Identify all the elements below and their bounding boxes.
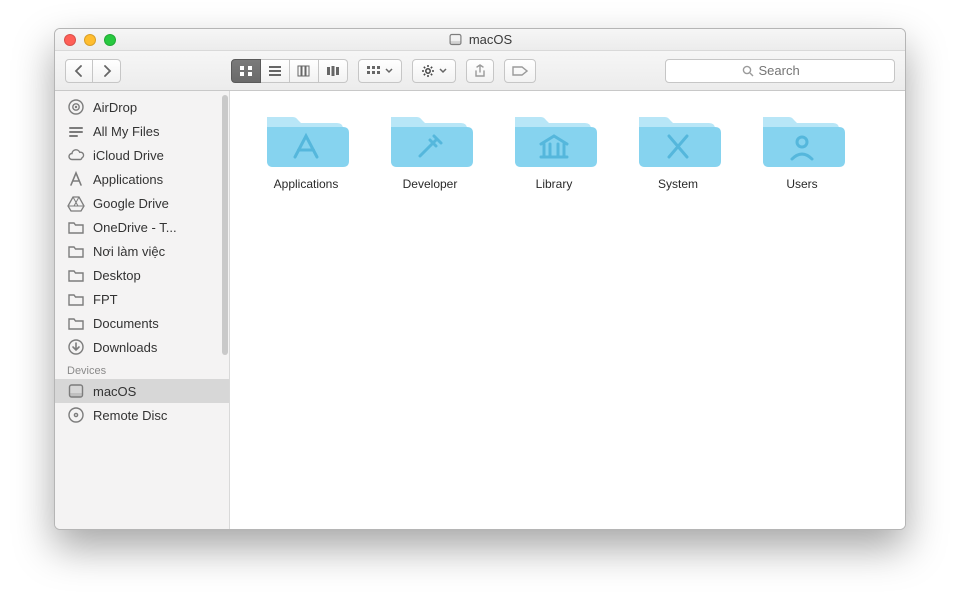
disk-icon [67,382,85,400]
folder-applications[interactable]: Applications [244,109,368,191]
airdrop-icon [67,98,85,116]
sidebar-item-label: All My Files [93,124,159,139]
sidebar-item-label: Applications [93,172,163,187]
folder-icon [635,109,721,169]
window-title: macOS [55,32,905,47]
folder-label: Developer [403,177,458,191]
close-button[interactable] [64,34,76,46]
sidebar-item-applications[interactable]: Applications [55,167,229,191]
nav-group [65,59,121,83]
columns-icon [297,65,311,77]
sidebar-item-all-my-files[interactable]: All My Files [55,119,229,143]
gdrive-icon [67,194,85,212]
folder-icon [67,218,85,236]
sidebar-item-label: Desktop [93,268,141,283]
sidebar-item-onedrive-t-[interactable]: OneDrive - T... [55,215,229,239]
sidebar-item-downloads[interactable]: Downloads [55,335,229,359]
downloads-icon [67,338,85,356]
sidebar-item-label: Remote Disc [93,408,167,423]
sidebar-item-label: AirDrop [93,100,137,115]
titlebar: macOS [55,29,905,51]
coverflow-icon [326,65,340,77]
folder-icon [759,109,845,169]
content-area[interactable]: Applications Developer Library System Users [230,91,905,529]
folder-icon [263,109,349,169]
sidebar-scrollbar[interactable] [222,95,228,355]
sidebar-item-label: FPT [93,292,118,307]
folder-icon [67,266,85,284]
sidebar-item-remote-disc[interactable]: Remote Disc [55,403,229,427]
sidebar-item-label: macOS [93,384,136,399]
search-field[interactable] [665,59,895,83]
grid-small-icon [367,66,381,76]
share-icon [474,64,486,78]
chevron-down-icon [385,68,393,74]
search-input[interactable] [759,63,819,78]
gear-icon [421,64,435,78]
folder-label: System [658,177,698,191]
sidebar-item-label: OneDrive - T... [93,220,177,235]
window-body: AirDrop All My Files iCloud Drive Applicati… [55,91,905,529]
sidebar-item-label: iCloud Drive [93,148,164,163]
folder-icon [67,242,85,260]
sidebar-item-label: Documents [93,316,159,331]
chevron-left-icon [74,65,84,77]
zoom-button[interactable] [104,34,116,46]
sidebar-item-fpt[interactable]: FPT [55,287,229,311]
action-button[interactable] [412,59,456,83]
folder-label: Applications [274,177,339,191]
view-list-button[interactable] [261,59,290,83]
forward-button[interactable] [93,59,121,83]
folder-label: Users [786,177,817,191]
view-icons-button[interactable] [231,59,261,83]
view-coverflow-button[interactable] [319,59,348,83]
sidebar-item-n-i-l-m-vi-c[interactable]: Nơi làm việc [55,239,229,263]
sidebar-item-icloud-drive[interactable]: iCloud Drive [55,143,229,167]
sidebar-item-desktop[interactable]: Desktop [55,263,229,287]
list-icon [268,65,282,77]
window-title-text: macOS [469,32,512,47]
folder-icon [511,109,597,169]
tag-icon [512,65,528,77]
folder-system[interactable]: System [616,109,740,191]
folder-icon [67,314,85,332]
chevron-down-icon [439,68,447,74]
sidebar-item-label: Nơi làm việc [93,244,165,259]
finder-window: macOS [54,28,906,530]
arrange-button[interactable] [358,59,402,83]
sidebar: AirDrop All My Files iCloud Drive Applicati… [55,91,230,529]
remotedisc-icon [67,406,85,424]
minimize-button[interactable] [84,34,96,46]
sidebar-item-documents[interactable]: Documents [55,311,229,335]
share-button[interactable] [466,59,494,83]
sidebar-item-label: Downloads [93,340,157,355]
apps-icon [67,170,85,188]
tags-button[interactable] [504,59,536,83]
folder-users[interactable]: Users [740,109,864,191]
sidebar-item-google-drive[interactable]: Google Drive [55,191,229,215]
sidebar-item-macos[interactable]: macOS [55,379,229,403]
folder-label: Library [536,177,573,191]
sidebar-item-label: Google Drive [93,196,169,211]
view-columns-button[interactable] [290,59,319,83]
grid-icon [239,65,253,77]
toolbar [55,51,905,91]
view-group [231,59,348,83]
back-button[interactable] [65,59,93,83]
sidebar-item-airdrop[interactable]: AirDrop [55,95,229,119]
traffic-lights [64,34,116,46]
disk-icon [448,32,463,47]
folder-icon [67,290,85,308]
allfiles-icon [67,122,85,140]
chevron-right-icon [102,65,112,77]
folder-library[interactable]: Library [492,109,616,191]
folder-icon [387,109,473,169]
folder-developer[interactable]: Developer [368,109,492,191]
search-icon [742,65,754,77]
sidebar-section-devices: Devices [55,359,229,379]
icloud-icon [67,146,85,164]
